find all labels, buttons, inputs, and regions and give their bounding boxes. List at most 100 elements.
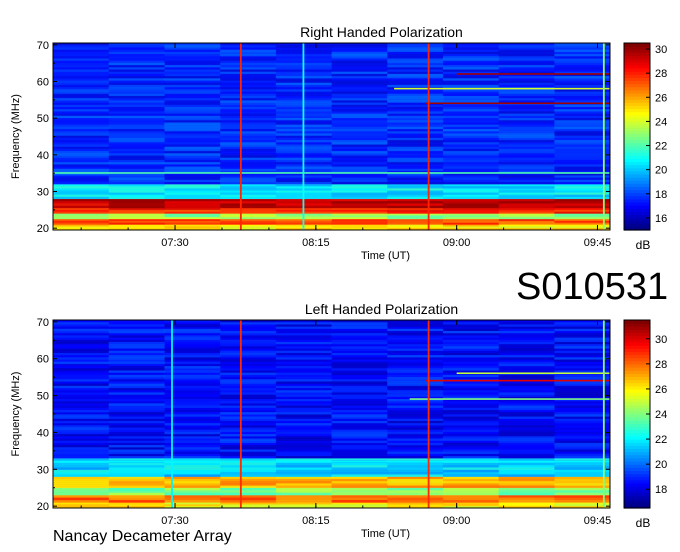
noise-texel: [554, 89, 611, 92]
time-burst-line: [602, 320, 605, 508]
noise-texel: [275, 405, 332, 409]
noise-texel: [387, 492, 444, 496]
noise-texel: [220, 76, 277, 79]
noise-texel: [331, 98, 388, 101]
noise-texel: [331, 73, 388, 77]
x-axis-label: Time (UT): [361, 528, 410, 540]
noise-texel: [220, 453, 277, 457]
noise-texel: [220, 401, 277, 404]
noise-texel: [108, 412, 165, 415]
noise-texel: [275, 350, 332, 354]
noise-texel: [53, 447, 110, 450]
noise-texel: [331, 168, 388, 172]
colorbar-tick-label: 26: [655, 384, 667, 396]
noise-texel: [53, 368, 110, 371]
noise-texel: [108, 487, 165, 491]
noise-texel: [331, 122, 388, 125]
noise-texel: [220, 357, 277, 360]
noise-texel: [164, 179, 221, 183]
noise-texel: [331, 222, 388, 225]
noise-texel: [53, 205, 110, 209]
noise-texel: [53, 420, 110, 424]
noise-texel: [220, 58, 277, 61]
noise-texel: [554, 153, 611, 156]
noise-texel: [442, 188, 500, 191]
noise-texel: [554, 366, 611, 369]
noise-texel: [387, 490, 444, 493]
noise-texel: [554, 179, 611, 183]
noise-texel: [498, 392, 555, 395]
noise-texel: [387, 205, 444, 209]
noise-texel: [554, 60, 611, 64]
noise-texel: [164, 109, 221, 112]
noise-texel: [331, 485, 388, 489]
noise-texel: [498, 394, 555, 398]
noise-texel: [498, 95, 555, 99]
noise-texel: [498, 98, 555, 101]
noise-texel: [498, 495, 555, 498]
noise-texel: [164, 126, 221, 130]
noise-texel: [498, 226, 555, 229]
noise-texel: [331, 208, 388, 211]
noise-texel: [220, 89, 277, 92]
noise-texel: [220, 434, 277, 437]
noise-texel: [442, 456, 500, 459]
noise-texel: [220, 222, 277, 225]
noise-texel: [387, 333, 444, 336]
noise-texel: [498, 159, 555, 163]
noise-texel: [220, 346, 277, 349]
noise-texel: [554, 438, 611, 441]
noise-texel: [108, 467, 165, 471]
noise-texel: [275, 436, 332, 439]
lh-polarization-panel: Left Handed Polarization203040506070Freq…: [10, 301, 667, 540]
noise-texel: [442, 211, 500, 214]
noise-texel: [275, 388, 332, 391]
noise-texel: [554, 65, 611, 68]
noise-texel: [554, 436, 611, 439]
noise-texel: [275, 492, 332, 496]
noise-texel: [387, 427, 444, 431]
noise-texel: [498, 359, 555, 362]
noise-texel: [387, 429, 444, 433]
noise-texel: [331, 377, 388, 380]
noise-texel: [498, 51, 555, 55]
noise-texel: [331, 359, 388, 362]
noise-texel: [275, 326, 332, 330]
noise-texel: [554, 222, 611, 225]
noise-texel: [220, 159, 277, 163]
noise-texel: [498, 447, 555, 450]
noise-texel: [108, 366, 165, 369]
colorbar-tick-label: 28: [655, 359, 667, 371]
noise-texel: [220, 476, 277, 480]
noise-texel: [53, 350, 110, 354]
noise-texel: [442, 113, 500, 117]
noise-texel: [442, 56, 500, 59]
noise-texel: [220, 208, 277, 211]
noise-texel: [53, 390, 110, 393]
noise-texel: [331, 146, 388, 150]
noise-texel: [498, 487, 555, 491]
noise-texel: [331, 469, 388, 473]
noise-texel: [275, 447, 332, 450]
noise-texel: [108, 465, 165, 468]
noise-texel: [331, 442, 388, 446]
noise-texel: [554, 456, 611, 459]
noise-texel: [331, 383, 388, 387]
noise-texel: [554, 124, 611, 128]
noise-texel: [108, 416, 165, 420]
noise-texel: [331, 166, 388, 170]
noise-texel: [554, 458, 611, 461]
noise-texel: [220, 140, 277, 143]
noise-texel: [442, 208, 500, 211]
noise-texel: [387, 159, 444, 163]
noise-texel: [554, 126, 611, 130]
noise-texel: [554, 91, 611, 95]
noise-texel: [164, 151, 221, 154]
noise-texel: [53, 67, 110, 70]
noise-texel: [53, 490, 110, 493]
colorbar-tick-label: 30: [655, 44, 667, 56]
noise-texel: [331, 76, 388, 79]
noise-texel: [442, 144, 500, 147]
noise-texel: [53, 126, 110, 130]
noise-texel: [442, 164, 500, 167]
